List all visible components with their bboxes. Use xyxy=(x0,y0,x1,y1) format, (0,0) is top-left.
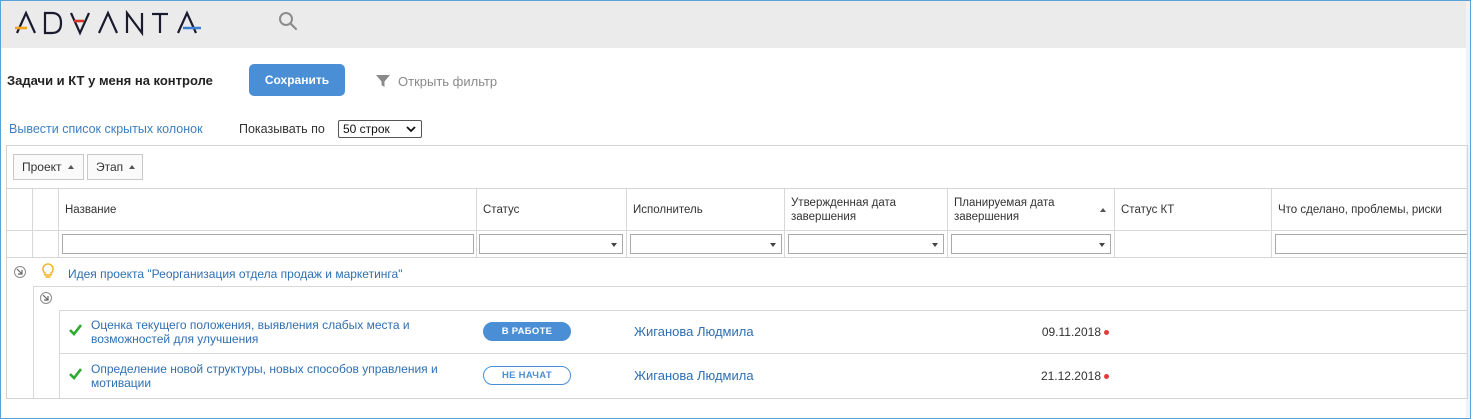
filter-cell xyxy=(1115,231,1272,258)
column-header-assignee[interactable]: Исполнитель xyxy=(627,189,785,231)
filter-notes-input[interactable] xyxy=(1275,234,1467,254)
page-title: Задачи и КТ у меня на контроле xyxy=(7,73,213,88)
save-button[interactable]: Сохранить xyxy=(249,64,345,96)
sort-up-icon xyxy=(129,165,136,169)
filter-row xyxy=(7,231,1467,258)
column-header-planned-date[interactable]: Планируемая дата завершения xyxy=(948,189,1115,231)
row-divider xyxy=(59,353,1467,354)
project-group-link[interactable]: Идея проекта "Реорганизация отдела прода… xyxy=(68,267,402,281)
row-divider xyxy=(33,286,1467,287)
group-chip-stage[interactable]: Этап xyxy=(87,154,143,180)
rows-per-page-label: Показывать по xyxy=(239,122,325,136)
planned-date: 21.12.2018 xyxy=(1040,369,1101,383)
assignee-link[interactable]: Жиганова Людмила xyxy=(634,324,754,339)
rows-per-page-select[interactable]: 50 строк xyxy=(338,120,422,138)
header-spacer-2 xyxy=(33,189,59,231)
header-spacer-1 xyxy=(7,189,33,231)
column-header-approved-date[interactable]: Утвержденная дата завершения xyxy=(785,189,948,231)
search-icon[interactable] xyxy=(277,10,299,32)
group-chip-label: Этап xyxy=(96,160,124,174)
indent-line xyxy=(59,310,60,398)
column-header-name[interactable]: Название xyxy=(59,189,477,231)
filter-icon xyxy=(376,75,390,87)
filter-cell xyxy=(948,231,1115,258)
filter-cell xyxy=(59,231,477,258)
column-header-kt-status[interactable]: Статус КТ xyxy=(1115,189,1272,231)
column-header-label: Планируемая дата завершения xyxy=(954,196,1055,223)
overdue-dot-icon xyxy=(1104,374,1109,379)
check-icon xyxy=(69,324,83,339)
check-icon xyxy=(69,368,83,383)
filter-cell xyxy=(785,231,948,258)
open-filter-label: Открыть фильтр xyxy=(398,73,498,89)
top-bar xyxy=(1,1,1468,48)
filter-cell xyxy=(477,231,627,258)
indent-line xyxy=(33,286,34,398)
group-chip-label: Проект xyxy=(22,160,62,174)
rows-per-page-value: 50 строк xyxy=(343,122,390,136)
column-header-notes[interactable]: Что сделано, проблемы, риски xyxy=(1272,189,1467,231)
tasks-grid: Проект Этап Название Статус Исполнитель … xyxy=(6,145,1468,399)
filter-cell xyxy=(627,231,785,258)
status-badge[interactable]: В РАБОТЕ xyxy=(483,322,571,341)
task-name-link[interactable]: Оценка текущего положения, выявления сла… xyxy=(91,318,461,346)
collapse-stage-icon[interactable] xyxy=(40,292,52,304)
open-filter-button[interactable]: Открыть фильтр xyxy=(376,72,497,90)
show-hidden-columns-link[interactable]: Вывести список скрытых колонок xyxy=(9,122,203,136)
chevron-down-icon xyxy=(406,126,416,133)
group-chip-project[interactable]: Проект xyxy=(13,154,84,180)
row-divider xyxy=(59,310,1467,311)
lightbulb-icon xyxy=(42,263,54,282)
filter-spacer xyxy=(33,231,59,258)
status-badge[interactable]: НЕ НАЧАТ xyxy=(483,366,571,385)
sort-asc-icon xyxy=(1100,208,1106,212)
task-name-link[interactable]: Определение новой структуры, новых спосо… xyxy=(91,362,461,390)
overdue-dot-icon xyxy=(1104,330,1109,335)
sort-up-icon xyxy=(67,165,74,169)
column-header-status[interactable]: Статус xyxy=(477,189,627,231)
grouping-bar: Проект Этап xyxy=(7,146,1467,189)
planned-date: 09.11.2018 xyxy=(1041,325,1101,339)
assignee-link[interactable]: Жиганова Людмила xyxy=(634,368,754,383)
filter-spacer xyxy=(7,231,33,258)
advanta-logo-mark xyxy=(15,9,201,37)
collapse-project-icon[interactable] xyxy=(14,266,26,278)
